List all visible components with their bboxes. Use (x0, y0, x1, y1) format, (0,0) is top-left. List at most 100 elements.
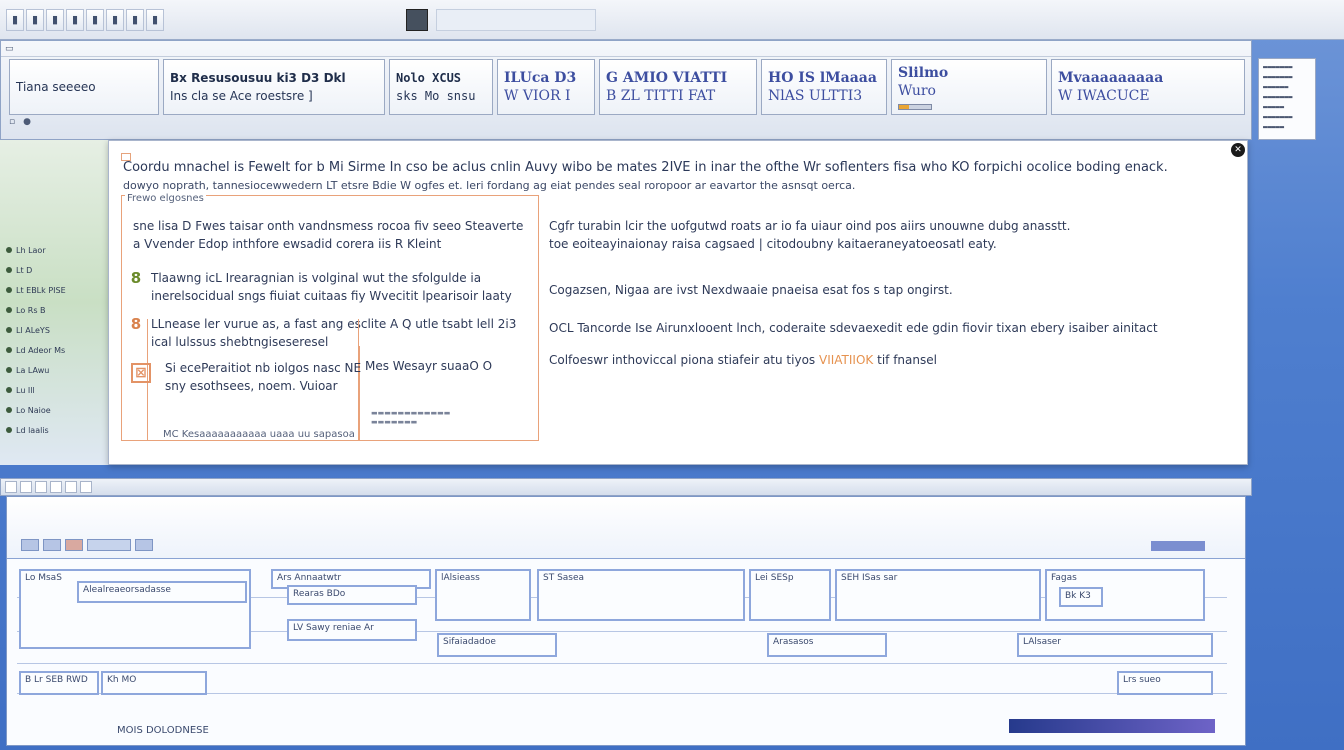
ribbon-group-8[interactable]: Mvaaaaaaaaa W IWACUCE (1051, 59, 1245, 115)
list-item-label: Lt EBLk PISE (16, 285, 66, 295)
header-indicator (1151, 541, 1205, 551)
ribbon-group-6[interactable]: HO IS lMaaaa NlAS ULTTI3 (761, 59, 887, 115)
window-icon: ▭ (5, 43, 14, 54)
close-icon[interactable]: ✕ (1231, 143, 1245, 157)
diagram-cell[interactable]: ST Sasea (537, 569, 745, 621)
toolbar-button-8[interactable]: ▮ (146, 8, 164, 31)
progress-fill (899, 105, 909, 109)
numbered-item-1: 8 Tlaawng icL Irearagnian is volginal wu… (129, 269, 521, 305)
bottom-toolbar-button[interactable] (50, 481, 62, 493)
bottom-tabs (21, 539, 153, 551)
list-item[interactable]: Ll ALeYS (6, 320, 106, 340)
list-item[interactable]: Lt EBLk PISE (6, 280, 106, 300)
list-item[interactable]: Lu Ill (6, 380, 106, 400)
main-window-titlebar: ▭ (1, 41, 1251, 57)
list-bullet-icon (6, 287, 12, 293)
bottom-window-titlebar (0, 478, 1252, 496)
toolbar-button-7[interactable]: ▮ (126, 8, 144, 31)
tab-2[interactable] (43, 539, 61, 551)
left-item-list: Lh Laor Lt D Lt EBLk PISE Lo Rs B Ll ALe… (6, 240, 106, 440)
right-para-1: Cgfr turabin lcir the uofgutwd roats ar … (549, 217, 1229, 253)
diagram-cell[interactable]: LAlsaser (1017, 633, 1213, 657)
toolbar-button-5[interactable]: ▮ (86, 8, 104, 31)
list-bullet-icon (6, 327, 12, 333)
left-panel: Lh Laor Lt D Lt EBLk PISE Lo Rs B Ll ALe… (0, 140, 110, 465)
cell-label: SEH ISas sar (841, 573, 898, 583)
diagram-cell[interactable]: Rearas BDo (287, 585, 417, 605)
right-line-2: toe eoiteayinaionay raisa cagsaed | cito… (549, 237, 997, 251)
ribbon-group-1[interactable]: Tiana seeeeo (9, 59, 159, 115)
cell-label: ST Sasea (543, 573, 585, 583)
toolbar-button-1[interactable]: ▮ (6, 8, 24, 31)
grid-line (17, 663, 1227, 664)
list-item[interactable]: Ld Adeor Ms (6, 340, 106, 360)
ribbon-group-7[interactable]: Slilmo Wuro (891, 59, 1047, 115)
list-item[interactable]: Lo Naioe (6, 400, 106, 420)
diagram-cell[interactable]: B Lr SEB RWD (19, 671, 99, 695)
list-item[interactable]: La LAwu (6, 360, 106, 380)
diagram-cell[interactable]: Lrs sueo (1117, 671, 1213, 695)
toolbar-button-2[interactable]: ▮ (26, 8, 44, 31)
ribbon-status-row: ▫ ● (9, 117, 31, 127)
dialog-heading: Coordu mnachel is Fewelt for b Mi Sirme … (123, 159, 1217, 195)
side-panel-lines: ▬▬▬▬▬▬▬ ▬▬▬▬▬▬▬ ▬▬▬▬▬▬ ▬▬▬▬▬▬▬ ▬▬▬▬▬ ▬▬▬▬▬▬▬ ▬… (1263, 63, 1293, 131)
progress-bar (898, 104, 932, 110)
diagram-cell[interactable]: Alealreaeorsadasse (77, 581, 247, 603)
info-dialog: ✕ Coordu mnachel is Fewelt for b Mi Sirm… (108, 140, 1248, 465)
ribbon-group-5-title: G AMIO VIATTI (606, 70, 728, 86)
ribbon-group-2[interactable]: Bx Resusousuu ki3 D3 Dkl Ins cla se Ace … (163, 59, 385, 115)
toolbar-button-4[interactable]: ▮ (66, 8, 84, 31)
main-window: ▭ Tiana seeeeo Bx Resusousuu ki3 D3 Dkl … (0, 40, 1252, 140)
bottom-toolbar-button[interactable] (5, 481, 17, 493)
cell-label: LAlsaser (1023, 637, 1062, 647)
ribbon-group-6-title: HO IS lMaaaa (768, 70, 877, 86)
cell-label: Alealreaeorsadasse (83, 585, 171, 595)
tab-1[interactable] (21, 539, 39, 551)
bottom-toolbar-button[interactable] (20, 481, 32, 493)
diagram-cell[interactable]: Lei SESp (749, 569, 831, 621)
cell-label: Lei SESp (755, 573, 794, 583)
selection-bar[interactable] (1009, 719, 1215, 733)
right-line-4: OCL Tancorde Ise Airunxlooent lnch, code… (549, 321, 1158, 335)
cell-label: Fagas (1051, 573, 1077, 583)
cell-label: Lrs sueo (1123, 675, 1161, 685)
toolbar-button-3[interactable]: ▮ (46, 8, 64, 31)
bottom-toolbar-button[interactable] (65, 481, 77, 493)
diagram-cell[interactable]: lAlsieass (435, 569, 531, 621)
list-bullet-icon (6, 387, 12, 393)
diagram-cell[interactable]: Kh MO (101, 671, 207, 695)
checkbox-icon[interactable]: ⊠ (131, 363, 151, 383)
diagram-cell[interactable]: SEH ISas sar (835, 569, 1041, 621)
cell-label: lAlsieass (441, 573, 480, 583)
ribbon-group-4[interactable]: ILUca D3 W VIOR I (497, 59, 595, 115)
list-item[interactable]: Lt D (6, 260, 106, 280)
ribbon-group-4-title: ILUca D3 (504, 70, 577, 86)
status-record-icon[interactable]: ● (23, 117, 31, 127)
list-bullet-icon (6, 367, 12, 373)
list-item[interactable]: Lo Rs B (6, 300, 106, 320)
highlight-text[interactable]: VIIATIIOK (819, 353, 873, 367)
list-item[interactable]: Lh Laor (6, 240, 106, 260)
tab-3[interactable] (65, 539, 83, 551)
bottom-toolbar-button[interactable] (80, 481, 92, 493)
bottom-toolbar-button[interactable] (35, 481, 47, 493)
ribbon-group-3[interactable]: Nolo XCUS sks Mo snsu (389, 59, 493, 115)
cell-label: Rearas BDo (293, 589, 346, 599)
list-item[interactable]: Ld laalis (6, 420, 106, 440)
diagram-cell[interactable]: Sifaiadadoe (437, 633, 557, 657)
toolbar-button-6[interactable]: ▮ (106, 8, 124, 31)
ribbon-group-8-sub: W IWACUCE (1058, 88, 1150, 104)
ribbon-group-5[interactable]: G AMIO VIATTI B ZL TITTI FAT (599, 59, 757, 115)
ribbon-group-2-sub: Ins cla se Ace roestsre ] (170, 89, 313, 103)
cell-label: Arasasos (773, 637, 814, 647)
right-line-5-b: tif fnansel (877, 353, 937, 367)
tab-5[interactable] (135, 539, 153, 551)
right-line-5: Colfoeswr inthoviccal piona stiafeir atu… (549, 351, 1229, 369)
diagram-cell[interactable]: Bk K3 (1059, 587, 1103, 607)
tab-4[interactable] (87, 539, 131, 551)
inner-middle-text: Mes Wesayr suaaO O (365, 359, 493, 373)
dark-thumbnail-icon[interactable] (406, 8, 428, 31)
cell-label: Lo MsaS (25, 573, 62, 583)
diagram-cell[interactable]: LV Sawy reniae Ar (287, 619, 417, 641)
diagram-cell[interactable]: Arasasos (767, 633, 887, 657)
